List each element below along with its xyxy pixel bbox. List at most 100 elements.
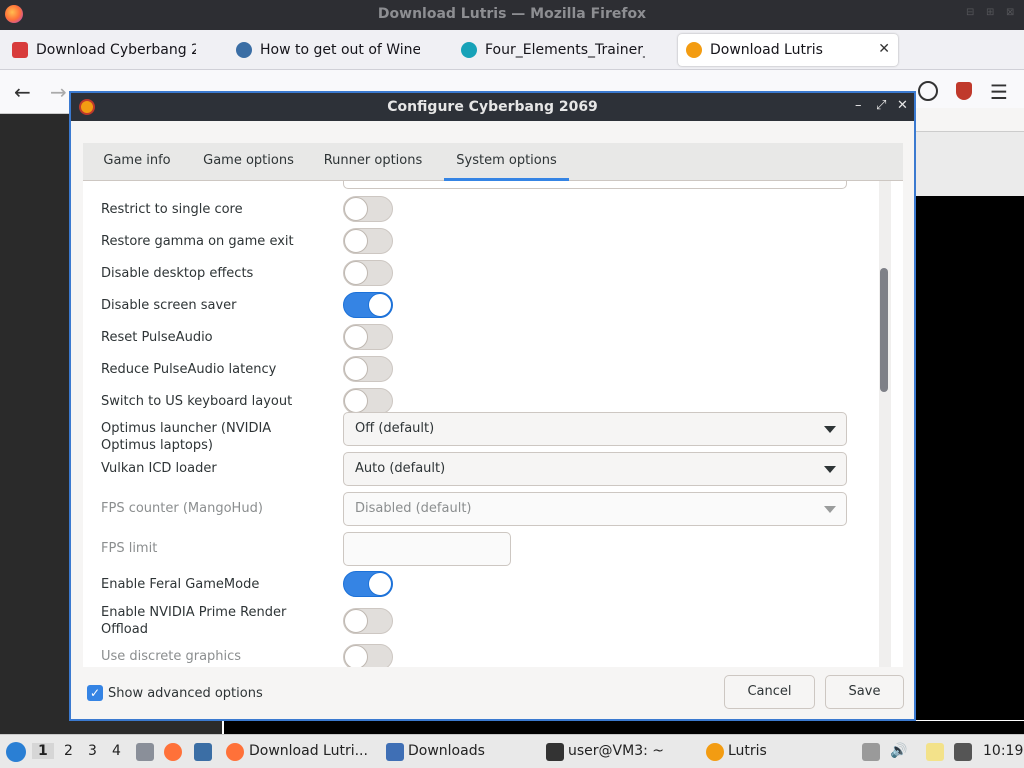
downloads-progress-icon[interactable] bbox=[918, 81, 938, 101]
optimus-launcher-select[interactable]: Off (default) bbox=[343, 412, 847, 446]
dropdown-arrow-icon bbox=[824, 506, 836, 513]
minimize-icon[interactable]: ⊟ bbox=[966, 8, 976, 18]
option-label: Disable screen saver bbox=[101, 298, 237, 313]
nvidia-prime-offload-switch[interactable] bbox=[343, 608, 393, 634]
feral-gamemode-switch[interactable] bbox=[343, 571, 393, 597]
workspace-4[interactable]: 4 bbox=[112, 743, 121, 759]
task-lutris[interactable]: Lutris bbox=[728, 743, 767, 759]
ublock-icon[interactable] bbox=[956, 82, 972, 100]
site-favicon-icon bbox=[461, 42, 477, 58]
show-advanced-label: Show advanced options bbox=[108, 685, 263, 701]
menu-icon[interactable]: ☰ bbox=[990, 80, 1008, 104]
configure-dialog: Configure Cyberbang 2069 – ⤢ ✕ Game info… bbox=[69, 91, 916, 721]
storage-icon[interactable] bbox=[862, 743, 880, 761]
discrete-graphics-switch[interactable] bbox=[343, 644, 393, 667]
browser-tab-cyberbang[interactable]: Download Cyberbang 20 bbox=[4, 34, 224, 66]
lutris-icon bbox=[686, 42, 702, 58]
scrollbar-thumb[interactable] bbox=[880, 268, 888, 392]
options-scroll-area[interactable]: Restrict to single core Restore gamma on… bbox=[83, 181, 903, 667]
option-label: Switch to US keyboard layout bbox=[101, 394, 293, 409]
restore-gamma-switch[interactable] bbox=[343, 228, 393, 254]
background-terminal-strip bbox=[222, 720, 1024, 734]
disable-screen-saver-switch[interactable] bbox=[343, 292, 393, 318]
start-menu-icon[interactable] bbox=[6, 742, 26, 762]
firefox-window-title: Download Lutris — Mozilla Firefox bbox=[377, 6, 647, 22]
option-label: Restrict to single core bbox=[101, 202, 243, 217]
forward-icon[interactable]: → bbox=[50, 80, 67, 104]
taskbar: 1 2 3 4 Download Lutri... Downloads user… bbox=[0, 734, 1024, 768]
tab-system-options[interactable]: System options bbox=[444, 143, 569, 181]
workspace-2[interactable]: 2 bbox=[64, 743, 73, 759]
clock: 10:19 bbox=[983, 743, 1024, 759]
dialog-close-icon[interactable]: ✕ bbox=[897, 98, 908, 113]
show-advanced-checkbox[interactable]: ✓ Show advanced options bbox=[87, 685, 263, 701]
cancel-button[interactable]: Cancel bbox=[724, 675, 815, 709]
option-label: FPS limit bbox=[101, 541, 158, 556]
restrict-single-core-switch[interactable] bbox=[343, 196, 393, 222]
reduce-pulseaudio-latency-switch[interactable] bbox=[343, 356, 393, 382]
terminal-icon bbox=[546, 743, 564, 761]
vulkan-icd-loader-select[interactable]: Auto (default) bbox=[343, 452, 847, 486]
tab-game-info[interactable]: Game info bbox=[91, 143, 183, 181]
option-label: Reset PulseAudio bbox=[101, 330, 213, 345]
wordpress-icon bbox=[236, 42, 252, 58]
option-label: Disable desktop effects bbox=[101, 266, 254, 281]
disable-desktop-effects-switch[interactable] bbox=[343, 260, 393, 286]
scrollbar-track[interactable] bbox=[879, 181, 891, 667]
option-label: Enable NVIDIA Prime Render Offload bbox=[101, 605, 287, 637]
firefox-titlebar: Download Lutris — Mozilla Firefox ⊟ ⊞ ⊠ bbox=[0, 0, 1024, 30]
task-firefox[interactable]: Download Lutri... bbox=[249, 743, 368, 759]
fps-counter-select: Disabled (default) bbox=[343, 492, 847, 526]
option-label: Optimus launcher (NVIDIA Optimus laptops… bbox=[101, 421, 272, 453]
tab-close-icon[interactable]: ✕ bbox=[878, 41, 890, 57]
checkbox-checked-icon[interactable]: ✓ bbox=[87, 685, 103, 701]
task-terminal[interactable]: user@VM3: ~ bbox=[568, 743, 664, 759]
workspace-1[interactable]: 1 bbox=[32, 743, 54, 759]
workspace-3[interactable]: 3 bbox=[88, 743, 97, 759]
dropdown-arrow-icon bbox=[824, 426, 836, 433]
firefox-launcher-icon[interactable] bbox=[164, 743, 182, 761]
dropdown-arrow-icon bbox=[824, 466, 836, 473]
reset-pulseaudio-switch[interactable] bbox=[343, 324, 393, 350]
browser-tab-lutris[interactable]: Download Lutris ✕ bbox=[678, 34, 898, 66]
file-manager-launcher-icon[interactable] bbox=[136, 743, 154, 761]
browser-tab-wine[interactable]: How to get out of Wine D bbox=[228, 34, 448, 66]
option-label: Reduce PulseAudio latency bbox=[101, 362, 277, 377]
clipboard-icon[interactable] bbox=[926, 743, 944, 761]
firefox-tabstrip: Download Cyberbang 20 How to get out of … bbox=[0, 30, 1024, 90]
background-window-header bbox=[915, 108, 1024, 132]
back-icon[interactable]: ← bbox=[14, 80, 31, 104]
site-favicon-icon bbox=[12, 42, 28, 58]
browser-tab-trainer[interactable]: Four_Elements_Trainer_v bbox=[453, 34, 673, 66]
firefox-task-icon bbox=[226, 743, 244, 761]
task-downloads[interactable]: Downloads bbox=[408, 743, 485, 759]
select-value: Auto (default) bbox=[355, 461, 446, 476]
option-label: Restore gamma on game exit bbox=[101, 234, 294, 249]
dialog-titlebar: Configure Cyberbang 2069 – ⤢ ✕ bbox=[71, 93, 914, 121]
tab-runner-options[interactable]: Runner options bbox=[315, 143, 431, 181]
dialog-maximize-icon[interactable]: ⤢ bbox=[876, 98, 886, 113]
dialog-title: Configure Cyberbang 2069 bbox=[387, 99, 598, 115]
save-button[interactable]: Save bbox=[825, 675, 904, 709]
partial-input-field[interactable] bbox=[343, 181, 847, 189]
lutris-task-icon bbox=[706, 743, 724, 761]
option-label: FPS counter (MangoHud) bbox=[101, 501, 263, 516]
option-label: Vulkan ICD loader bbox=[101, 461, 217, 476]
folder-icon bbox=[386, 743, 404, 761]
background-terminal bbox=[915, 196, 1024, 734]
close-icon[interactable]: ⊠ bbox=[1006, 8, 1016, 18]
option-label: Enable Feral GameMode bbox=[101, 577, 260, 592]
select-value: Disabled (default) bbox=[355, 501, 472, 516]
maximize-icon[interactable]: ⊞ bbox=[986, 8, 996, 18]
background-area bbox=[0, 114, 70, 734]
dialog-tabbar: Game info Game options Runner options Sy… bbox=[83, 143, 903, 181]
desktop-icon[interactable] bbox=[194, 743, 212, 761]
network-icon[interactable] bbox=[954, 743, 972, 761]
tab-game-options[interactable]: Game options bbox=[191, 143, 306, 181]
volume-icon[interactable]: 🔊 bbox=[890, 743, 907, 759]
us-keyboard-layout-switch[interactable] bbox=[343, 388, 393, 414]
option-label: Use discrete graphics bbox=[101, 649, 242, 664]
select-value: Off (default) bbox=[355, 421, 435, 436]
fps-limit-input bbox=[343, 532, 511, 566]
dialog-minimize-icon[interactable]: – bbox=[855, 98, 862, 113]
